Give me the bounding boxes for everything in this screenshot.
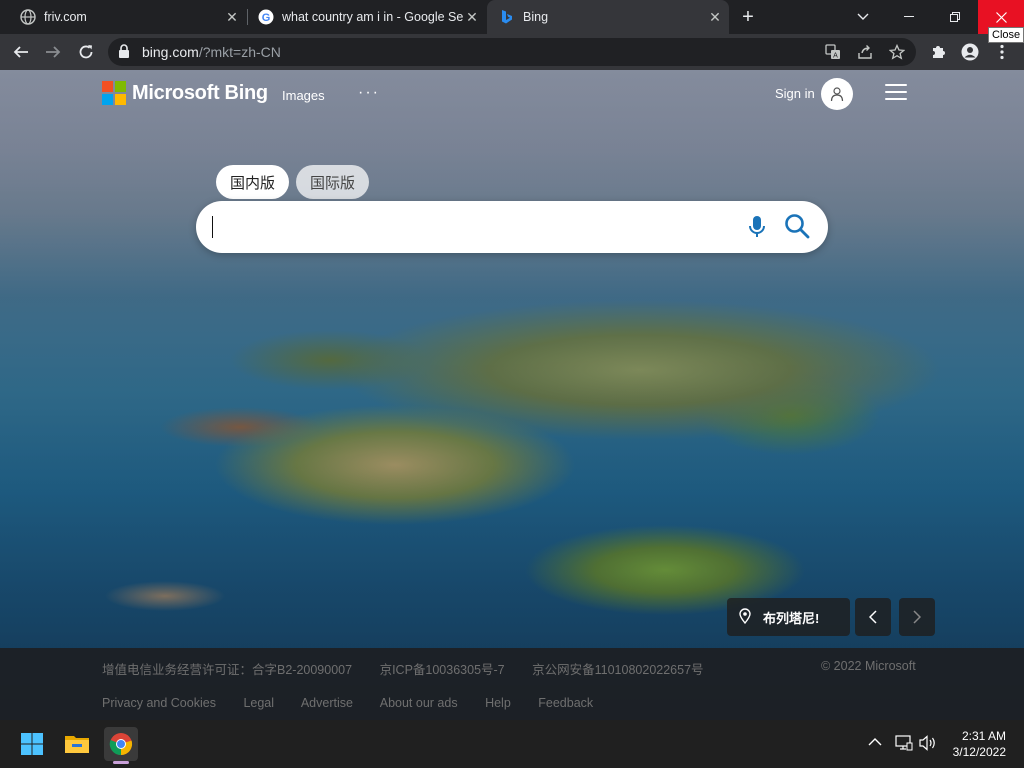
footer-icp[interactable]: 京ICP备10036305号-7	[380, 663, 505, 677]
address-bar[interactable]: bing.com/?mkt=zh-CN A	[108, 38, 916, 66]
system-clock[interactable]: 2:31 AM 3/12/2022	[946, 728, 1006, 760]
close-tab-icon[interactable]: ✕	[707, 9, 723, 25]
footer-link-privacy[interactable]: Privacy and Cookies	[102, 696, 216, 710]
clock-time: 2:31 AM	[961, 729, 1006, 743]
google-icon: G	[258, 9, 274, 25]
user-avatar-icon[interactable]	[821, 78, 853, 110]
svg-text:G: G	[262, 12, 271, 24]
search-input[interactable]	[214, 201, 734, 253]
clock-date: 3/12/2022	[952, 745, 1006, 759]
footer-security[interactable]: 京公网安备11010802022657号	[532, 663, 703, 677]
tab-search-chevron-icon[interactable]	[840, 0, 886, 34]
windows-taskbar: 2:31 AM 3/12/2022	[0, 720, 1024, 768]
close-tab-icon[interactable]: ✕	[224, 9, 240, 25]
search-magnifier-icon[interactable]	[784, 213, 810, 244]
tab-friv[interactable]: friv.com ✕	[0, 0, 246, 34]
logo-text: Microsoft Bing	[132, 81, 268, 104]
bing-homepage: Microsoft Bing Images ··· Sign in 国内版 国际…	[0, 70, 1024, 720]
microsoft-logo-icon	[102, 81, 126, 105]
restore-button[interactable]	[932, 0, 978, 34]
chevron-left-icon	[869, 610, 877, 624]
microphone-icon[interactable]	[748, 215, 766, 244]
url-text: bing.com/?mkt=zh-CN	[142, 44, 281, 60]
tab-title: Bing	[523, 10, 549, 24]
forward-button[interactable]	[41, 40, 65, 64]
footer: 增值电信业务经营许可证：合字B2-20090007 京ICP备10036305号…	[0, 648, 1024, 720]
browser-menu-kebab-icon[interactable]	[990, 40, 1014, 64]
microsoft-bing-logo[interactable]: Microsoft Bing	[102, 81, 268, 105]
tab-bing[interactable]: Bing ✕	[487, 0, 729, 34]
bing-icon	[499, 9, 515, 25]
footer-link-help[interactable]: Help	[485, 696, 511, 710]
minimize-button[interactable]	[886, 0, 932, 34]
footer-license[interactable]: 增值电信业务经营许可证：合字B2-20090007	[102, 663, 352, 677]
chrome-taskbar-icon[interactable]	[104, 727, 138, 761]
search-box[interactable]	[196, 201, 828, 253]
reload-button[interactable]	[74, 40, 98, 64]
extensions-puzzle-icon[interactable]	[926, 40, 950, 64]
chevron-right-icon	[913, 610, 921, 624]
close-tab-icon[interactable]: ✕	[464, 9, 480, 25]
new-tab-button[interactable]: +	[736, 5, 760, 29]
show-hidden-icons-chevron-icon[interactable]	[868, 734, 882, 752]
footer-link-legal[interactable]: Legal	[243, 696, 274, 710]
tab-google[interactable]: G what country am i in - Google Se ✕	[248, 0, 486, 34]
tab-title: what country am i in - Google Se	[282, 10, 464, 24]
globe-icon	[20, 9, 36, 25]
back-button[interactable]	[9, 40, 33, 64]
sign-in-link[interactable]: Sign in	[775, 86, 815, 101]
location-pin-icon	[739, 607, 751, 627]
text-caret	[212, 216, 213, 238]
close-tooltip: Close	[988, 27, 1024, 43]
windows-start-icon[interactable]	[15, 727, 49, 761]
footer-copyright: © 2022 Microsoft	[821, 659, 916, 673]
nav-images-link[interactable]: Images	[282, 88, 325, 103]
volume-icon[interactable]	[919, 735, 937, 756]
file-explorer-icon[interactable]	[60, 727, 94, 761]
profile-icon[interactable]	[958, 40, 982, 64]
lock-icon[interactable]	[118, 44, 130, 64]
previous-image-button[interactable]	[855, 598, 891, 636]
image-location-button[interactable]: 布列塔尼!	[727, 598, 850, 636]
scope-international-tab[interactable]: 国际版	[296, 165, 370, 199]
location-label: 布列塔尼!	[763, 610, 820, 626]
next-image-button[interactable]	[899, 598, 935, 636]
tab-title: friv.com	[44, 10, 87, 24]
nav-more-icon[interactable]: ···	[358, 84, 380, 102]
footer-link-advertise[interactable]: Advertise	[301, 696, 353, 710]
browser-toolbar: bing.com/?mkt=zh-CN A	[0, 34, 1024, 70]
footer-link-about-ads[interactable]: About our ads	[380, 696, 458, 710]
hamburger-menu-icon[interactable]	[885, 84, 907, 102]
footer-links-row: Privacy and Cookies Legal Advertise Abou…	[102, 696, 617, 710]
translate-icon[interactable]: A	[822, 41, 844, 63]
tab-strip: friv.com ✕ G what country am i in - Goog…	[0, 0, 1024, 43]
scope-domestic-tab[interactable]: 国内版	[216, 165, 290, 199]
bookmark-star-icon[interactable]	[886, 41, 908, 63]
network-icon[interactable]	[895, 735, 913, 756]
share-icon[interactable]	[854, 41, 876, 63]
active-app-indicator	[113, 761, 129, 764]
footer-license-row: 增值电信业务经营许可证：合字B2-20090007 京ICP备10036305号…	[102, 659, 728, 678]
svg-text:A: A	[833, 53, 838, 60]
footer-link-feedback[interactable]: Feedback	[538, 696, 593, 710]
